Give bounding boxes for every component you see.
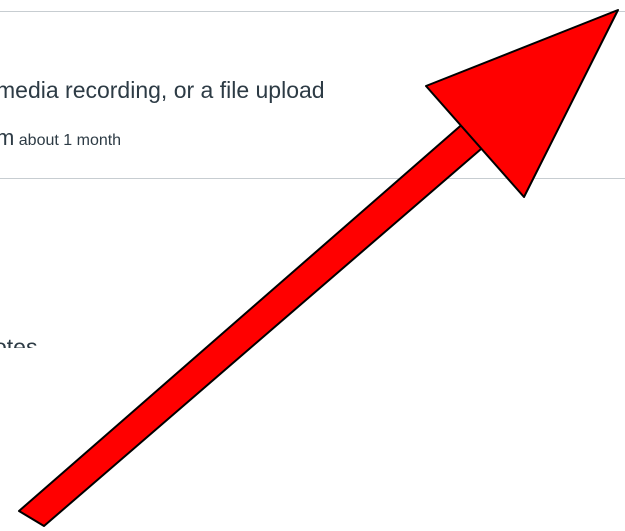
meta-strong-text: m (0, 125, 15, 150)
meta-time-text: about 1 month (18, 132, 122, 149)
top-divider (0, 11, 625, 12)
screenshot-canvas: media recording, or a file upload m abou… (0, 0, 625, 531)
arrow-shaft (18, 120, 489, 527)
bottom-divider (0, 178, 625, 179)
assignment-meta: m about 1 month (0, 127, 121, 149)
arrow-head (425, 9, 619, 198)
partially-visible-text: otes (0, 336, 37, 348)
submission-types-text: media recording, or a file upload (0, 77, 325, 103)
